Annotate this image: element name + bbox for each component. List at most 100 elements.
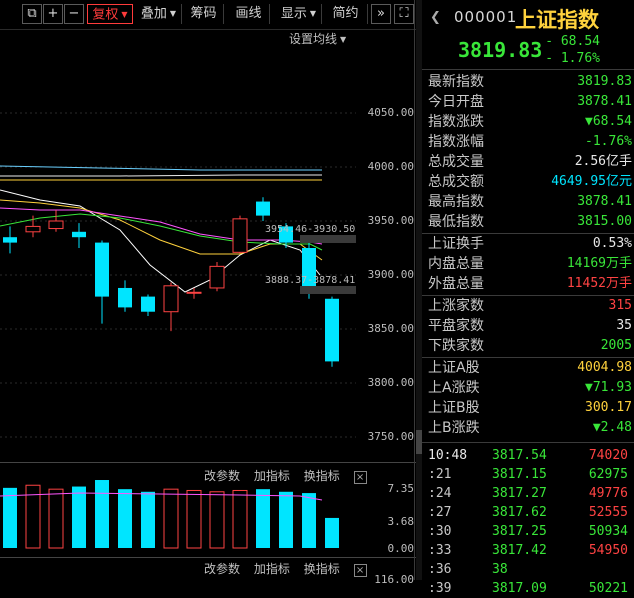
volume-bar (118, 489, 132, 548)
chart-toolbar: ⧉ + − 复权 ▼ 叠加 ▼ 筹码 画线 显示 ▼ 简约 » ⛶ (0, 0, 416, 30)
tick-time: :24 (428, 486, 452, 501)
price-axis-label: 3800.00 (367, 376, 414, 389)
tick-price: 3817.09 (492, 581, 547, 596)
quote-row: 上B涨跌 ▼2.48 (422, 418, 634, 438)
quote-row: 平盘家数 35 (422, 316, 634, 336)
display-label: 显示 (280, 6, 307, 22)
add-indicator-tab[interactable]: 加指标 (254, 562, 290, 576)
volume-bar (3, 487, 17, 548)
quote-row-value: ▼71.93 (585, 380, 632, 395)
volume-bar (163, 488, 179, 549)
upper-range-marker (300, 235, 356, 243)
quote-panel: ❮ 000001 上证指数 3819.83 - 68.54 - 1.76% 最新… (422, 0, 634, 596)
quote-row-value: 11452万手 (566, 276, 632, 291)
candle-body (95, 242, 109, 297)
tick-time: :30 (428, 524, 452, 539)
section-separator (422, 442, 634, 443)
candle-body (256, 201, 270, 216)
chart-right-border (414, 0, 415, 580)
ma-line-120 (0, 174, 322, 177)
volume-bar (209, 491, 225, 549)
volume-bar (141, 491, 155, 548)
quote-row-label: 最新指数 (428, 74, 484, 90)
quote-row-value: 2005 (600, 338, 632, 353)
chips-button[interactable]: 筹码 (184, 4, 224, 24)
upper-range-annotation: 3954.46-3930.50 (265, 224, 356, 235)
candle-body (141, 296, 155, 312)
quote-row-label: 上涨家数 (428, 298, 484, 314)
volume-bar (279, 491, 293, 548)
zoom-in-button[interactable]: + (43, 4, 63, 24)
swap-indicator-tab[interactable]: 换指标 (304, 562, 340, 576)
toggle-panel-button[interactable]: ⧉ (22, 4, 42, 24)
zoom-out-button[interactable]: − (64, 4, 84, 24)
tick-price: 3817.25 (492, 524, 547, 539)
quote-row: 外盘总量 11452万手 (422, 274, 634, 294)
tick-volume: 52555 (588, 505, 628, 520)
lower-range-marker (300, 286, 356, 294)
volume-bar (186, 489, 202, 549)
overlay-button[interactable]: 叠加 ▼ (136, 4, 182, 24)
quote-row: 总成交额 4649.95亿元 (422, 172, 634, 192)
quote-row-label: 最高指数 (428, 194, 484, 210)
quote-row: 最低指数 3815.00 (422, 212, 634, 232)
quote-row-label: 上证换手 (428, 236, 484, 252)
kline-chart-area[interactable]: 设置均线 ▼ 3954.46-3930.50 3888.37-3878.41 40… (0, 30, 416, 586)
adjust-rights-button[interactable]: 复权 ▼ (87, 4, 133, 24)
quote-row: 指数涨幅 -1.76% (422, 132, 634, 152)
quote-row-value: 3815.00 (577, 214, 632, 229)
tick-time: :39 (428, 581, 452, 596)
tick-time: 10:48 (428, 448, 468, 463)
tick-row: :24 3817.27 49776 (422, 484, 634, 503)
price-axis-label: 3900.00 (367, 268, 414, 281)
quote-row-label: 外盘总量 (428, 276, 484, 292)
tick-row: :30 3817.25 50934 (422, 522, 634, 541)
chips-label: 筹码 (190, 6, 217, 21)
fullscreen-button[interactable]: ⛶ (394, 4, 414, 24)
price-axis-label: 3850.00 (367, 322, 414, 335)
quote-row-value: 300.17 (585, 400, 632, 415)
quote-row: 下跌家数 2005 (422, 336, 634, 356)
volume-bar (232, 489, 248, 549)
quote-row-value: 14169万手 (566, 256, 632, 271)
tick-volume: 50221 (588, 581, 628, 596)
quote-row-label: 上B涨跌 (428, 420, 480, 436)
quote-row-value: 315 (608, 298, 632, 313)
volume-bar (325, 517, 339, 548)
volume-bar (48, 488, 64, 549)
quote-row-label: 上A涨跌 (428, 380, 480, 396)
candle-body (325, 298, 339, 362)
overlay-label: 叠加 (140, 6, 167, 22)
quote-row: 上证换手 0.53% (422, 234, 634, 254)
volume-axis-label: 7.35 (387, 482, 415, 495)
display-button[interactable]: 显示 ▼ (276, 4, 322, 24)
quote-row-value: 2.56亿手 (574, 154, 632, 169)
candle-body (232, 218, 248, 253)
quote-row-value: 3878.41 (577, 194, 632, 209)
volume-ma-line (0, 492, 323, 501)
quote-row: 指数涨跌 ▼68.54 (422, 112, 634, 132)
change-params-tab[interactable]: 改参数 (204, 562, 240, 576)
price-change-pct: - 1.76% (545, 51, 600, 66)
quote-row-label: 上证B股 (428, 400, 480, 416)
tick-price: 38 (492, 562, 508, 577)
expand-right-button[interactable]: » (371, 4, 391, 24)
volume-axis-label: 0.00 (387, 542, 415, 555)
price-change: - 68.54 (545, 34, 600, 49)
tick-row: :27 3817.62 52555 (422, 503, 634, 522)
simple-mode-button[interactable]: 简约 (324, 4, 368, 24)
volume-axis-label: 3.68 (387, 515, 415, 528)
quote-row-label: 总成交额 (428, 174, 484, 190)
volume-bar (302, 493, 316, 548)
quote-row: 上涨家数 315 (422, 296, 634, 316)
volume-bar (72, 486, 86, 548)
quote-row-value: 3878.41 (577, 94, 632, 109)
quote-row: 最高指数 3878.41 (422, 192, 634, 212)
candle-body (118, 287, 132, 308)
tick-row: 10:48 3817.54 74020 (422, 446, 634, 465)
candle-body (25, 225, 41, 233)
draw-line-button[interactable]: 画线 (228, 4, 270, 24)
quote-row-value: 4004.98 (577, 360, 632, 375)
chevron-left-icon[interactable]: ❮ (430, 10, 441, 25)
quote-row-label: 下跌家数 (428, 338, 484, 354)
